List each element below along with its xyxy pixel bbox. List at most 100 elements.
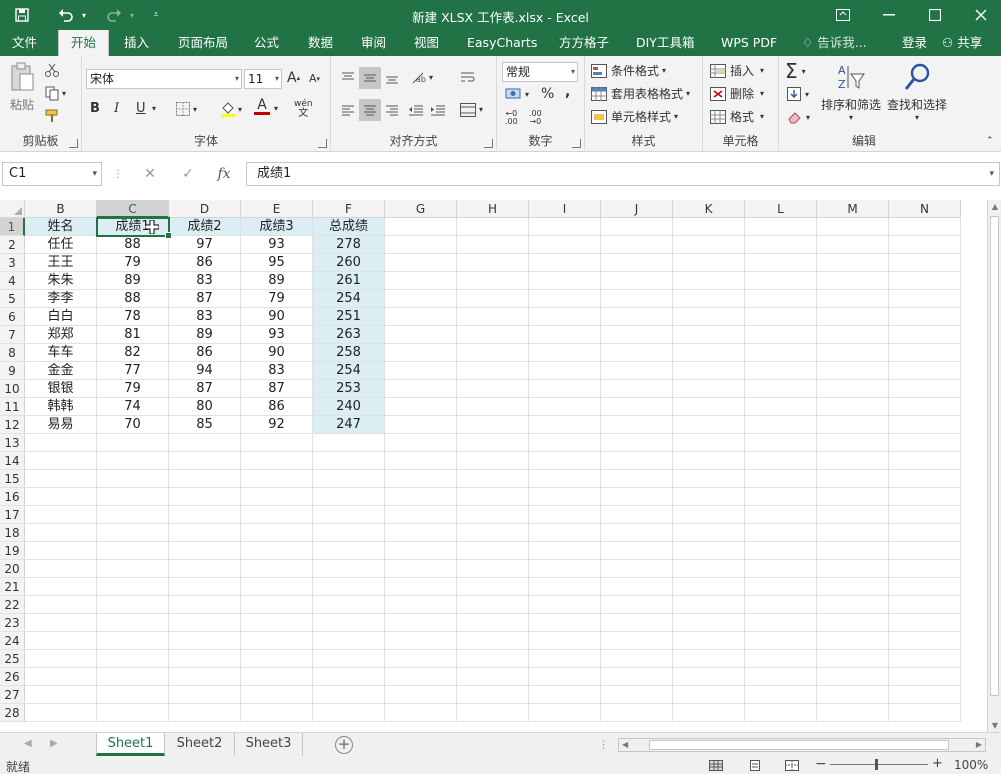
table-cell[interactable]: [313, 560, 385, 578]
align-middle-icon[interactable]: [359, 67, 381, 89]
table-cell[interactable]: [745, 506, 817, 524]
table-cell[interactable]: [817, 650, 889, 668]
table-cell[interactable]: [529, 218, 601, 236]
table-cell[interactable]: [97, 434, 169, 452]
table-cell[interactable]: 成绩2: [169, 218, 241, 236]
table-cell[interactable]: [745, 632, 817, 650]
table-cell[interactable]: 车车: [25, 344, 97, 362]
table-cell[interactable]: [601, 434, 673, 452]
table-cell[interactable]: [817, 470, 889, 488]
orientation-icon[interactable]: ab: [409, 67, 431, 89]
increase-decimal-icon[interactable]: ←0.00: [505, 110, 518, 126]
spreadsheet-grid[interactable]: B C D E F G H I J K L M N 1 姓名 成绩1 成绩2 成绩3 总成绩 2 任任 88 97 93 278…: [0, 200, 987, 732]
table-cell[interactable]: [457, 218, 529, 236]
table-cell[interactable]: 79: [97, 254, 169, 272]
table-cell[interactable]: [673, 452, 745, 470]
table-cell[interactable]: [745, 542, 817, 560]
table-cell[interactable]: [385, 542, 457, 560]
font-color-dropdown-icon[interactable]: ▾: [274, 104, 278, 113]
table-cell[interactable]: [97, 560, 169, 578]
table-cell[interactable]: [241, 560, 313, 578]
tab-split-grip-icon[interactable]: ⋮: [598, 738, 609, 751]
table-cell[interactable]: [97, 668, 169, 686]
table-cell[interactable]: 254: [313, 362, 385, 380]
table-cell[interactable]: [457, 596, 529, 614]
table-cell[interactable]: 251: [313, 308, 385, 326]
orientation-dropdown-icon[interactable]: ▾: [429, 73, 433, 82]
table-cell[interactable]: 83: [169, 272, 241, 290]
table-cell[interactable]: [889, 452, 961, 470]
table-cell[interactable]: [25, 596, 97, 614]
table-cell[interactable]: [601, 704, 673, 722]
table-cell[interactable]: 93: [241, 326, 313, 344]
table-cell[interactable]: 86: [241, 398, 313, 416]
table-cell[interactable]: [889, 362, 961, 380]
table-cell[interactable]: [457, 578, 529, 596]
table-cell[interactable]: 74: [97, 398, 169, 416]
row-header[interactable]: 20: [0, 560, 25, 578]
table-cell[interactable]: [745, 704, 817, 722]
row-header[interactable]: 26: [0, 668, 25, 686]
table-cell[interactable]: [529, 488, 601, 506]
ribbon-display-icon[interactable]: [820, 0, 866, 30]
row-header[interactable]: 7: [0, 326, 25, 344]
table-cell[interactable]: [529, 308, 601, 326]
table-cell[interactable]: [385, 416, 457, 434]
table-cell[interactable]: [673, 578, 745, 596]
tab-diy-toolbox[interactable]: DIY工具箱: [624, 30, 706, 56]
table-cell[interactable]: [457, 614, 529, 632]
table-cell[interactable]: 94: [169, 362, 241, 380]
table-cell[interactable]: [385, 272, 457, 290]
table-cell[interactable]: [385, 488, 457, 506]
table-cell[interactable]: [385, 308, 457, 326]
table-cell[interactable]: [97, 452, 169, 470]
table-cell[interactable]: [241, 434, 313, 452]
table-cell[interactable]: [25, 542, 97, 560]
table-cell[interactable]: 240: [313, 398, 385, 416]
next-sheet-icon[interactable]: ▶: [50, 738, 58, 749]
table-cell[interactable]: [529, 416, 601, 434]
table-cell[interactable]: [745, 686, 817, 704]
table-cell[interactable]: [457, 560, 529, 578]
table-cell[interactable]: [673, 524, 745, 542]
table-cell[interactable]: [745, 578, 817, 596]
column-header[interactable]: K: [673, 200, 745, 218]
table-cell[interactable]: 王王: [25, 254, 97, 272]
decrease-indent-icon[interactable]: [405, 99, 427, 121]
share-button[interactable]: ⚇ 共享: [936, 30, 994, 56]
row-header[interactable]: 28: [0, 704, 25, 722]
table-cell[interactable]: [97, 650, 169, 668]
table-cell[interactable]: [169, 614, 241, 632]
table-cell[interactable]: [745, 362, 817, 380]
table-cell[interactable]: [817, 254, 889, 272]
table-cell[interactable]: [97, 578, 169, 596]
table-cell[interactable]: 银银: [25, 380, 97, 398]
table-cell[interactable]: [889, 380, 961, 398]
column-header[interactable]: B: [25, 200, 97, 218]
table-cell[interactable]: [817, 614, 889, 632]
table-cell[interactable]: [457, 362, 529, 380]
column-header[interactable]: F: [313, 200, 385, 218]
table-cell[interactable]: [601, 488, 673, 506]
table-cell[interactable]: [241, 596, 313, 614]
table-cell[interactable]: [889, 614, 961, 632]
table-cell[interactable]: [169, 560, 241, 578]
table-cell[interactable]: 253: [313, 380, 385, 398]
table-cell[interactable]: [817, 506, 889, 524]
table-cell[interactable]: [745, 668, 817, 686]
table-cell[interactable]: [745, 452, 817, 470]
table-cell[interactable]: [457, 506, 529, 524]
table-cell[interactable]: [601, 614, 673, 632]
table-cell[interactable]: [889, 506, 961, 524]
table-cell[interactable]: 88: [97, 236, 169, 254]
table-cell[interactable]: [313, 650, 385, 668]
table-cell[interactable]: [817, 380, 889, 398]
table-cell[interactable]: [97, 632, 169, 650]
table-cell[interactable]: [25, 434, 97, 452]
table-cell[interactable]: [889, 308, 961, 326]
table-cell[interactable]: [385, 398, 457, 416]
table-cell[interactable]: [529, 326, 601, 344]
zoom-level[interactable]: 100%: [954, 758, 988, 772]
table-cell[interactable]: [169, 686, 241, 704]
scroll-right-icon[interactable]: ▶: [976, 740, 982, 749]
